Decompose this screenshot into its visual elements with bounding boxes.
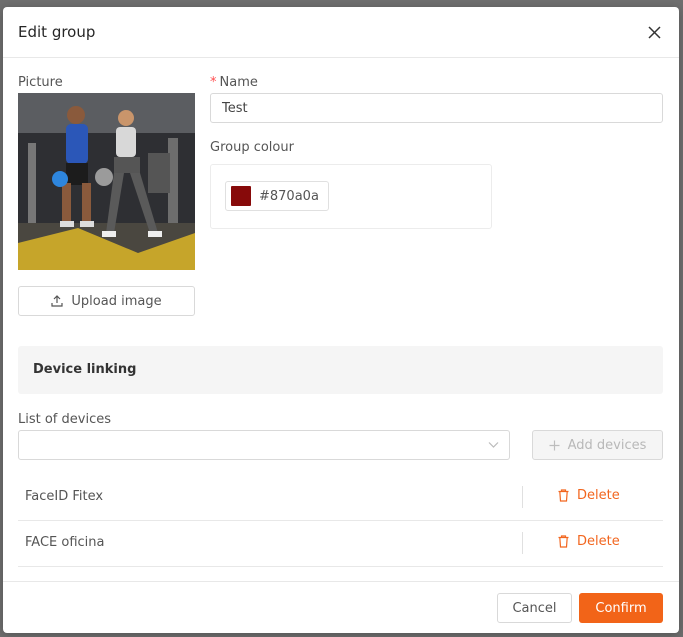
device-linking-section: Device linking bbox=[18, 346, 663, 394]
edit-group-dialog: Edit group Picture Upload image * Name T… bbox=[3, 7, 679, 633]
dialog-header: Edit group bbox=[3, 7, 679, 58]
delete-device-button[interactable]: Delete bbox=[558, 534, 620, 549]
confirm-button[interactable]: Confirm bbox=[579, 593, 663, 623]
upload-image-button[interactable]: Upload image bbox=[18, 286, 195, 316]
confirm-label: Confirm bbox=[595, 600, 647, 616]
picture-label: Picture bbox=[18, 75, 63, 90]
group-picture bbox=[18, 93, 195, 270]
device-name: FACE oficina bbox=[25, 535, 105, 550]
required-mark: * bbox=[210, 75, 217, 90]
column-divider bbox=[522, 486, 523, 508]
device-linking-title: Device linking bbox=[33, 362, 137, 377]
name-label-text: Name bbox=[219, 75, 258, 90]
device-row: FaceID Fitex Delete bbox=[18, 474, 663, 521]
list-of-devices-label: List of devices bbox=[18, 412, 111, 427]
delete-label: Delete bbox=[577, 534, 620, 549]
delete-device-button[interactable]: Delete bbox=[558, 488, 620, 503]
upload-image-label: Upload image bbox=[71, 293, 162, 309]
add-devices-button[interactable]: Add devices bbox=[532, 430, 663, 460]
colour-value: #870a0a bbox=[259, 188, 319, 204]
name-input[interactable]: Test bbox=[210, 93, 663, 123]
delete-label: Delete bbox=[577, 488, 620, 503]
close-icon bbox=[647, 25, 661, 39]
add-devices-label: Add devices bbox=[567, 437, 647, 453]
cancel-label: Cancel bbox=[512, 600, 557, 616]
name-label: * Name bbox=[210, 75, 258, 90]
colour-picker-container: #870a0a bbox=[210, 164, 492, 229]
plus-icon bbox=[549, 440, 560, 450]
group-colour-label: Group colour bbox=[210, 140, 294, 155]
chevron-down-icon bbox=[488, 442, 499, 448]
trash-icon bbox=[558, 535, 569, 548]
dialog-title: Edit group bbox=[18, 23, 96, 41]
dialog-footer: Cancel Confirm bbox=[3, 581, 679, 633]
colour-picker[interactable]: #870a0a bbox=[225, 181, 329, 211]
cancel-button[interactable]: Cancel bbox=[497, 593, 572, 623]
name-input-value: Test bbox=[222, 100, 248, 116]
upload-icon bbox=[51, 295, 64, 307]
trash-icon bbox=[558, 489, 569, 502]
close-button[interactable] bbox=[643, 21, 665, 43]
column-divider bbox=[522, 532, 523, 554]
colour-swatch bbox=[231, 186, 251, 206]
device-row: FACE oficina Delete bbox=[18, 520, 663, 567]
device-name: FaceID Fitex bbox=[25, 489, 104, 504]
devices-select[interactable] bbox=[18, 430, 510, 460]
